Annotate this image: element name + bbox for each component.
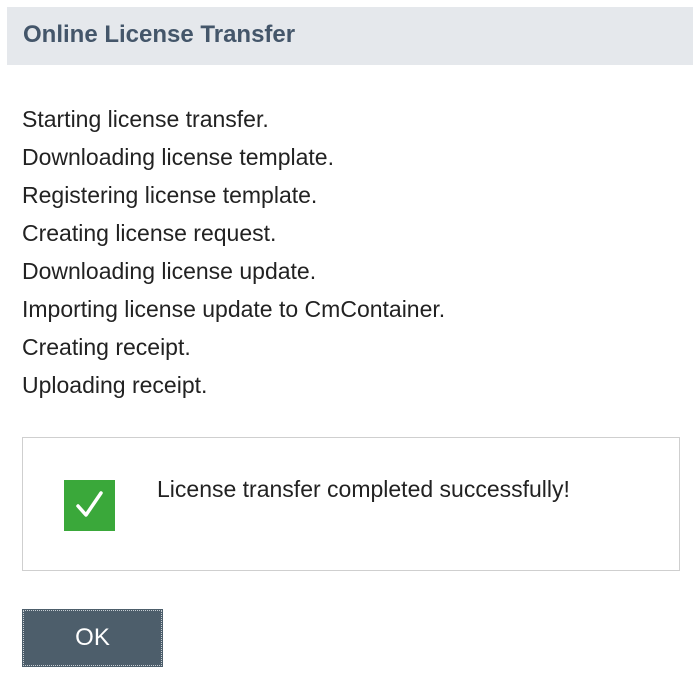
success-message: License transfer completed successfully! <box>157 476 570 502</box>
checkmark-icon <box>64 480 115 531</box>
log-line: Starting license transfer. <box>22 106 269 132</box>
log-line: Uploading receipt. <box>22 372 208 398</box>
log-line: Downloading license template. <box>22 144 334 170</box>
result-panel: License transfer completed successfully! <box>22 437 680 571</box>
log-line: Registering license template. <box>22 182 318 208</box>
dialog-title: Online License Transfer <box>23 21 296 48</box>
log-line: Downloading license update. <box>22 258 317 284</box>
dialog-header: Online License Transfer <box>7 7 693 65</box>
progress-log: Starting license transfer. Downloading l… <box>22 100 445 404</box>
log-line: Importing license update to CmContainer. <box>22 296 446 322</box>
log-line: Creating receipt. <box>22 334 191 360</box>
ok-button-label: OK <box>75 624 110 651</box>
log-line: Creating license request. <box>22 220 277 246</box>
ok-button[interactable]: OK <box>22 609 163 667</box>
